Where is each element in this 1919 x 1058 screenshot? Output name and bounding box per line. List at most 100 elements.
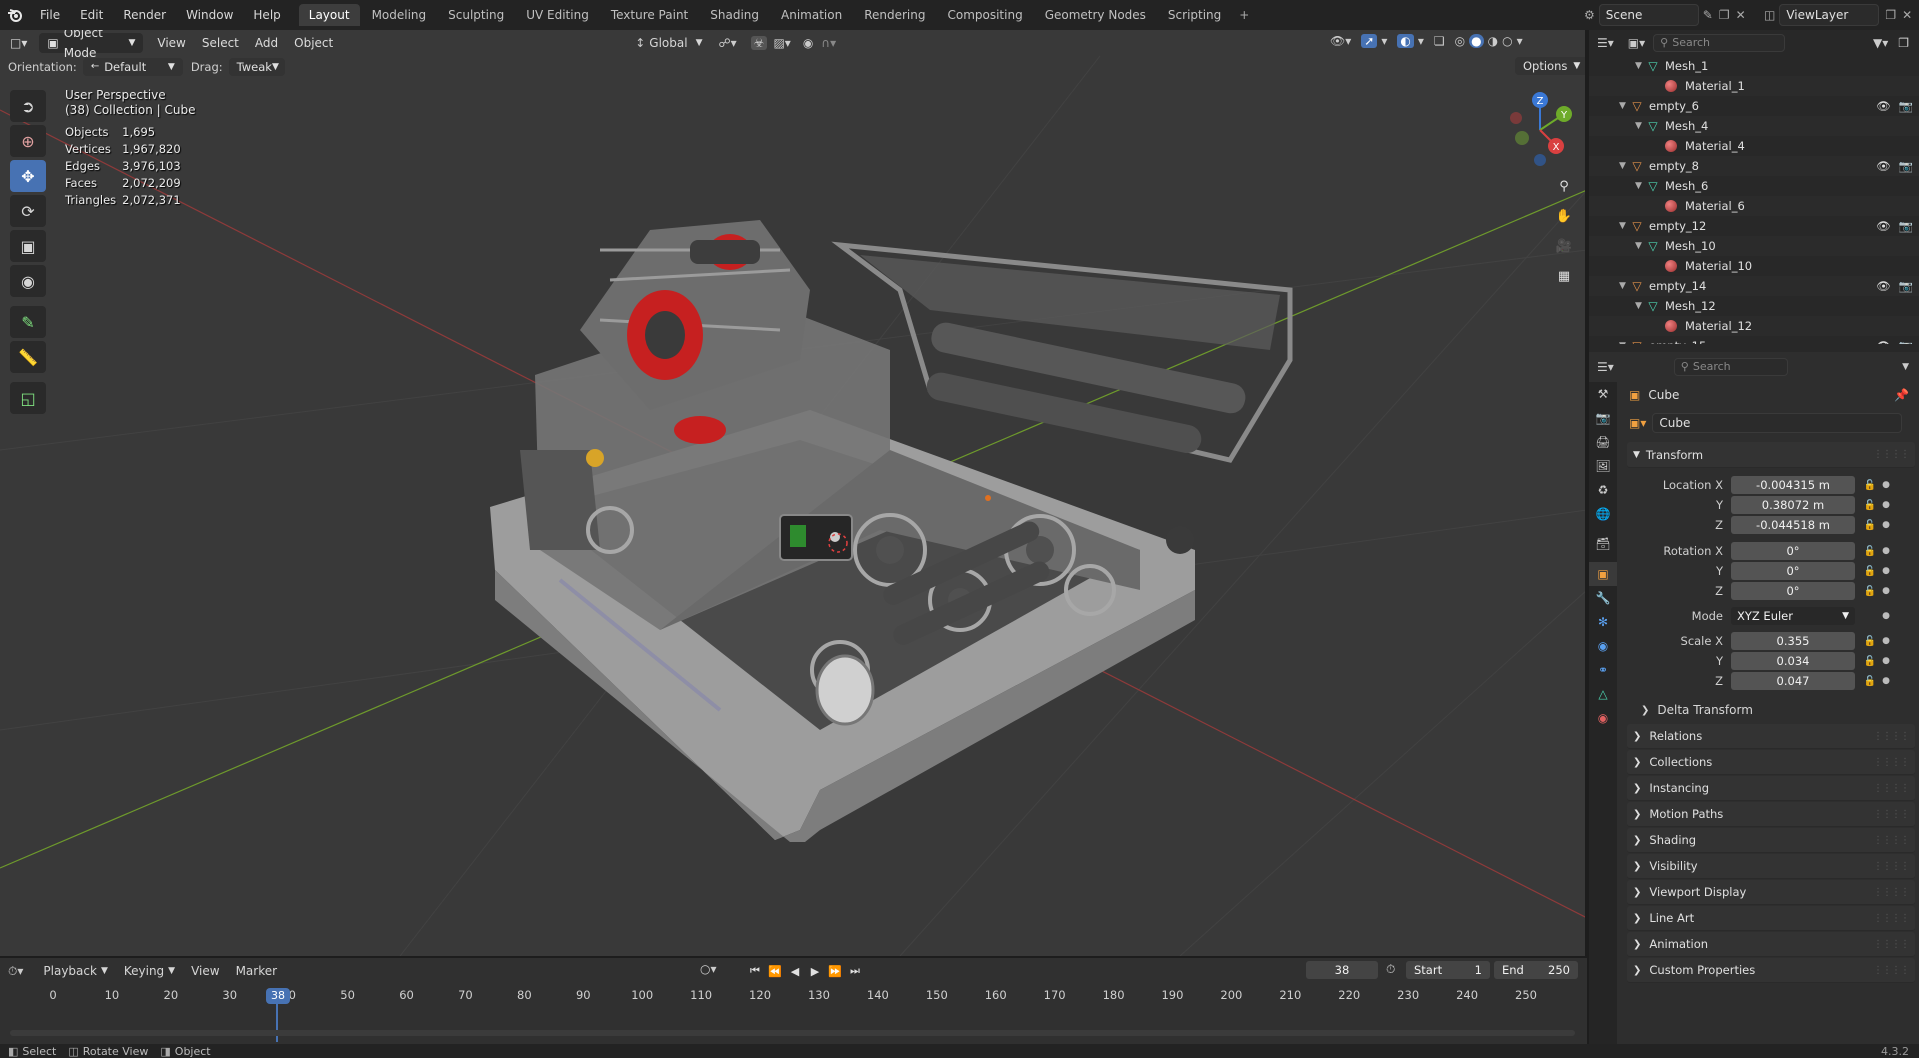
new-scene-icon[interactable]: ❐ [1719,8,1730,22]
measure-tool-icon[interactable]: 📏 [10,341,46,373]
expand-chevron-icon[interactable]: ▼ [1635,61,1645,71]
stopwatch-icon[interactable]: ⏱ [1386,962,1395,977]
drag-grip-icon[interactable]: ⋮⋮⋮⋮ [1873,757,1910,768]
outliner-row[interactable]: ▼▽ empty_15 👁 📷 [1589,336,1919,344]
mode-dropdown[interactable]: ▣ Object Mode ▼ [39,30,144,60]
keyframe-dot-icon[interactable]: ● [1879,520,1893,530]
drag-dropdown[interactable]: Tweak ▼ [228,58,285,76]
camera-view-icon[interactable]: 🎥 [1550,232,1578,260]
start-frame-field[interactable]: Start 1 [1406,961,1490,979]
physics-tab-icon[interactable]: ◉ [1589,634,1617,658]
lock-icon[interactable]: 🔓 [1861,636,1879,647]
navigation-gizmo[interactable]: Z Y X [1500,90,1580,170]
outliner-row[interactable]: ▼ ▽ Mesh_1 [1589,56,1919,76]
viewport-menu-select[interactable]: Select [194,36,247,50]
viewport-menu-add[interactable]: Add [247,36,286,50]
play-icon[interactable]: ▶ [805,961,825,981]
outliner-row[interactable]: ▼ ▽ empty_8 👁 📷 [1589,156,1919,176]
select-tool-icon[interactable]: ➲ [10,90,46,122]
panel-custom-properties[interactable]: ❯ Custom Properties ⋮⋮⋮⋮ [1627,958,1915,983]
add-workspace-icon[interactable]: + [1233,8,1255,22]
eye-visibility-icon[interactable]: 👁 [1876,219,1891,233]
output-tab-icon[interactable]: 🖨 [1589,430,1617,454]
expand-chevron-icon[interactable]: ▼ [1619,161,1629,171]
keyframe-dot-icon[interactable]: ● [1879,586,1893,596]
robot-model[interactable] [490,220,1293,842]
editor-type-icon[interactable]: □▾ [10,36,27,50]
tab-compositing[interactable]: Compositing [937,4,1032,26]
timeline-menu-marker[interactable]: Marker [228,964,285,978]
tab-uv-editing[interactable]: UV Editing [516,4,599,26]
keyframe-dot-icon[interactable]: ● [1879,611,1893,621]
timeline-menu-playback[interactable]: Playback ▼ [35,964,115,978]
constraints-tab-icon[interactable]: ⚭ [1589,658,1617,682]
blender-logo-icon[interactable] [0,0,30,30]
expand-chevron-icon[interactable]: ▼ [1619,101,1629,111]
camera-render-icon[interactable]: 📷 [1899,339,1913,344]
new-viewlayer-icon[interactable]: ❐ [1885,8,1896,22]
outliner-row[interactable]: Material_10 [1589,256,1919,276]
rotate-tool-icon[interactable]: ⟳ [10,195,46,227]
menu-render[interactable]: Render [113,0,176,30]
current-frame-field[interactable]: 38 [1306,961,1378,979]
lock-icon[interactable]: 🔓 [1861,676,1879,687]
outliner-row[interactable]: ▼ ▽ empty_14 👁 📷 [1589,276,1919,296]
outliner-row[interactable]: ▼ ▽ Mesh_6 [1589,176,1919,196]
tab-layout[interactable]: Layout [298,4,360,26]
drag-grip-icon[interactable]: ⋮⋮⋮⋮ [1873,939,1910,950]
lock-icon[interactable]: 🔓 [1861,546,1879,557]
display-mode-icon[interactable]: ▣▾ [1628,36,1645,50]
xray-icon[interactable]: ❏ [1434,34,1445,48]
properties-editor-icon[interactable]: ☰▾ [1597,360,1614,374]
3d-viewport[interactable]: □▾ ▣ Object Mode ▼ View Select Add Object ↕… [0,30,1587,956]
rendered-shading-icon[interactable]: ○ [1502,34,1512,48]
overlay-toggle-icon[interactable]: ◐ [1397,34,1414,48]
timeline-editor-icon[interactable]: ⏱▾ [8,964,23,979]
menu-window[interactable]: Window [176,0,243,30]
drag-grip-icon[interactable]: ⋮⋮⋮⋮ [1873,449,1910,460]
outliner-row[interactable]: ▼ ▽ Mesh_4 [1589,116,1919,136]
tab-scripting[interactable]: Scripting [1158,4,1231,26]
overlay-dropdown-icon[interactable]: ▾ [1418,34,1424,48]
eye-visibility-icon[interactable]: 👁 [1876,339,1891,344]
falloff-icon[interactable]: ∩▾ [821,36,836,50]
jump-prev-keyframe-icon[interactable]: ⏪ [765,961,785,981]
scale-tool-icon[interactable]: ▣ [10,230,46,262]
keyframe-dot-icon[interactable]: ● [1879,480,1893,490]
outliner-row[interactable]: Material_4 [1589,136,1919,156]
location-y-field[interactable]: 0.38072 m [1731,496,1855,514]
drag-grip-icon[interactable]: ⋮⋮⋮⋮ [1873,913,1910,924]
camera-render-icon[interactable]: 📷 [1899,159,1913,173]
chevron-down-icon[interactable]: ▼ [1902,362,1909,372]
keyframe-dot-icon[interactable]: ● [1879,656,1893,666]
snap-target-icon[interactable]: ▨▾ [773,36,790,50]
tab-rendering[interactable]: Rendering [854,4,935,26]
tab-sculpting[interactable]: Sculpting [438,4,514,26]
view-layer-tab-icon[interactable]: 🖼 [1589,454,1617,478]
transform-panel-header[interactable]: ▼ Transform ⋮⋮⋮⋮ [1627,442,1915,468]
collection-tab-icon[interactable]: 🗃 [1589,532,1617,556]
zoom-icon[interactable]: ⚲ [1550,172,1578,200]
object-tab-icon[interactable]: ▣ [1589,562,1617,586]
gizmo-dropdown-icon[interactable]: ▾ [1381,34,1387,48]
orientation-dropdown[interactable]: ← Default ▼ [82,58,183,76]
world-tab-icon[interactable]: 🌐 [1589,502,1617,526]
lock-icon[interactable]: 🔓 [1861,586,1879,597]
tab-geometry-nodes[interactable]: Geometry Nodes [1035,4,1156,26]
drag-grip-icon[interactable]: ⋮⋮⋮⋮ [1873,861,1910,872]
lock-icon[interactable]: 🔓 [1861,656,1879,667]
camera-render-icon[interactable]: 📷 [1899,279,1913,293]
outliner-row[interactable]: ▼ ▽ Mesh_12 [1589,296,1919,316]
keyframe-dot-icon[interactable]: ● [1879,676,1893,686]
jump-start-icon[interactable]: ⏮ [745,961,765,981]
timeline-menu-view[interactable]: View [183,964,227,978]
drag-grip-icon[interactable]: ⋮⋮⋮⋮ [1873,965,1910,976]
object-name-field[interactable]: Cube [1652,413,1903,433]
panel-motion-paths[interactable]: ❯ Motion Paths ⋮⋮⋮⋮ [1627,802,1915,827]
expand-chevron-icon[interactable]: ▼ [1635,301,1645,311]
menu-edit[interactable]: Edit [70,0,113,30]
delete-scene-icon[interactable]: ✕ [1736,8,1746,22]
tab-texture-paint[interactable]: Texture Paint [601,4,698,26]
viewlayer-name-field[interactable]: ViewLayer [1779,4,1880,26]
expand-chevron-icon[interactable]: ▼ [1619,221,1629,231]
